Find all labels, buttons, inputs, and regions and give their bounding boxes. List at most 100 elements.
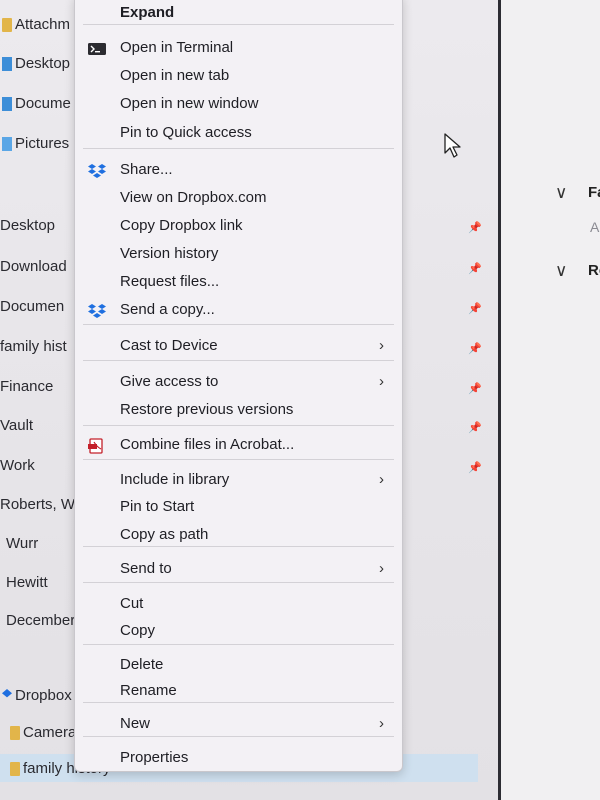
documents-icon (2, 97, 12, 112)
context-menu: Expand Open in Terminal Open in new tab Ope… (74, 0, 403, 772)
dropbox-icon (87, 302, 107, 318)
menu-item-delete[interactable]: Delete (75, 652, 402, 678)
menu-item-send-a-copy[interactable]: Send a copy... (75, 297, 402, 323)
nav-item-label: Work (0, 457, 35, 474)
menu-item-label: Open in Terminal (120, 39, 234, 56)
menu-item-send-to[interactable]: Send to › (75, 556, 402, 582)
pin-icon[interactable]: 📌 (468, 421, 482, 435)
folder-icon (10, 726, 20, 741)
pin-icon[interactable]: 📌 (468, 382, 482, 396)
nav-item-label: Roberts, W (0, 496, 76, 513)
terminal-icon (87, 40, 107, 56)
menu-item-label: Expand (120, 4, 175, 21)
menu-item-label: Request files... (120, 273, 220, 290)
acrobat-icon (87, 437, 107, 454)
menu-item-label: Open in new window (120, 95, 259, 112)
nav-item-label: Wurr (6, 535, 39, 552)
nav-item-label: December (6, 612, 76, 629)
menu-item-request-files[interactable]: Request files... (75, 269, 402, 295)
menu-item-pin-to-quick-access[interactable]: Pin to Quick access (75, 120, 402, 146)
section-subtext: A (590, 219, 600, 235)
section-chevron-icon[interactable]: ∨ (555, 184, 567, 202)
chevron-right-icon: › (379, 471, 384, 488)
menu-item-include-in-library[interactable]: Include in library › (75, 467, 402, 493)
menu-separator (83, 736, 394, 737)
pictures-icon (2, 137, 12, 152)
menu-item-label: Restore previous versions (120, 401, 294, 418)
nav-item-label: Finance (0, 378, 54, 395)
section-chevron-icon[interactable]: ∨ (555, 262, 567, 280)
menu-separator (83, 360, 394, 361)
menu-item-label: Cut (120, 595, 144, 612)
dropbox-icon (2, 689, 12, 698)
menu-item-properties[interactable]: Properties (75, 745, 402, 771)
menu-separator (83, 24, 394, 25)
menu-item-label: Give access to (120, 373, 219, 390)
pin-icon[interactable]: 📌 (468, 262, 482, 276)
menu-separator (83, 324, 394, 325)
nav-item-label: Camera (23, 724, 77, 741)
menu-separator (83, 582, 394, 583)
pin-icon[interactable]: 📌 (468, 461, 482, 475)
menu-item-label: Copy as path (120, 526, 209, 543)
menu-item-combine-files-in-acrobat[interactable]: Combine files in Acrobat... (75, 432, 402, 458)
menu-item-copy-as-path[interactable]: Copy as path (75, 522, 402, 548)
menu-item-open-in-terminal[interactable]: Open in Terminal (75, 35, 402, 61)
nav-item-label: Documen (0, 298, 65, 315)
menu-item-pin-to-start[interactable]: Pin to Start (75, 494, 402, 520)
pin-icon[interactable]: 📌 (468, 302, 482, 316)
menu-item-version-history[interactable]: Version history (75, 241, 402, 267)
chevron-right-icon: › (379, 715, 384, 732)
menu-item-label: View on Dropbox.com (120, 189, 267, 206)
menu-item-label: Cast to Device (120, 337, 218, 354)
chevron-right-icon: › (379, 560, 384, 577)
section-title[interactable]: Fa (588, 184, 600, 202)
menu-separator (83, 459, 394, 460)
menu-item-label: Share... (120, 161, 173, 178)
menu-item-copy[interactable]: Copy (75, 618, 402, 644)
folder-icon (2, 18, 12, 33)
menu-item-give-access-to[interactable]: Give access to › (75, 369, 402, 395)
menu-item-rename[interactable]: Rename (75, 678, 402, 704)
right-pane (501, 0, 600, 800)
menu-item-view-on-dropbox-com[interactable]: View on Dropbox.com (75, 185, 402, 211)
section-title[interactable]: Re (588, 262, 600, 280)
nav-item-label: family hist (0, 338, 67, 355)
menu-item-label: Send to (120, 560, 172, 577)
folder-icon (10, 762, 20, 777)
chevron-right-icon: › (379, 337, 384, 354)
nav-item-label: Attachm (15, 16, 71, 33)
menu-item-label: Send a copy... (120, 301, 215, 318)
menu-item-label: Pin to Start (120, 498, 195, 515)
menu-item-cut[interactable]: Cut (75, 591, 402, 617)
menu-item-label: New (120, 715, 151, 732)
menu-separator (83, 644, 394, 645)
menu-item-label: Pin to Quick access (120, 124, 252, 141)
menu-item-label: Delete (120, 656, 164, 673)
nav-item-label: Docume (15, 95, 71, 112)
menu-item-new[interactable]: New › (75, 711, 402, 737)
menu-item-cast-to-device[interactable]: Cast to Device › (75, 333, 402, 359)
menu-item-label: Rename (120, 682, 177, 699)
pin-icon[interactable]: 📌 (468, 221, 482, 235)
pin-icon[interactable]: 📌 (468, 342, 482, 356)
mouse-cursor-icon (444, 133, 461, 158)
menu-item-label: Include in library (120, 471, 230, 488)
nav-item-label: Desktop (15, 55, 71, 72)
nav-item-label: Pictures (15, 135, 70, 152)
menu-item-label: Copy (120, 622, 156, 639)
menu-separator (83, 425, 394, 426)
menu-item-open-in-new-window[interactable]: Open in new window (75, 91, 402, 117)
menu-separator (83, 148, 394, 149)
desktop-icon (2, 57, 12, 72)
nav-item-label: Vault (0, 417, 34, 434)
menu-separator (83, 702, 394, 703)
menu-item-expand[interactable]: Expand (75, 0, 402, 26)
nav-item-label: Hewitt (6, 574, 48, 591)
menu-item-open-in-new-tab[interactable]: Open in new tab (75, 63, 402, 89)
menu-item-share[interactable]: Share... (75, 157, 402, 183)
menu-item-restore-previous-versions[interactable]: Restore previous versions (75, 397, 402, 423)
menu-item-label: Open in new tab (120, 67, 230, 84)
menu-item-label: Properties (120, 749, 189, 766)
menu-item-copy-dropbox-link[interactable]: Copy Dropbox link (75, 213, 402, 239)
